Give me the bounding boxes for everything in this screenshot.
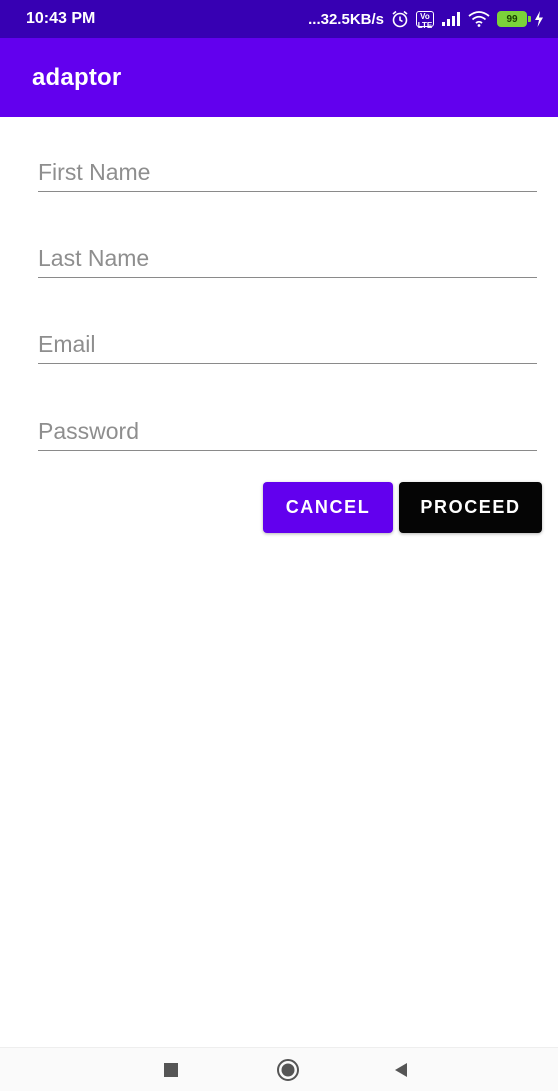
navigation-bar (0, 1047, 558, 1091)
proceed-button[interactable]: PROCEED (399, 482, 542, 533)
last-name-field (38, 234, 537, 278)
app-bar: adaptor (0, 38, 558, 117)
email-input[interactable] (38, 320, 537, 363)
network-speed: ...32.5KB/s (308, 10, 384, 28)
volte-icon: Vo LTE (416, 11, 434, 30)
alarm-icon (391, 10, 409, 28)
recents-button[interactable] (146, 1048, 196, 1091)
email-field (38, 320, 537, 364)
first-name-input[interactable] (38, 148, 537, 191)
cancel-button[interactable]: CANCEL (263, 482, 393, 533)
wifi-icon (468, 11, 490, 27)
status-icons: ...32.5KB/s Vo LTE 99 (308, 10, 544, 30)
password-field (38, 407, 537, 451)
signal-icon (441, 11, 461, 27)
back-icon (395, 1063, 407, 1077)
app-title: adaptor (32, 63, 122, 91)
status-time: 10:43 PM (26, 10, 96, 27)
charging-icon (534, 11, 544, 27)
first-name-field (38, 148, 537, 192)
status-bar: 10:43 PM ...32.5KB/s Vo LTE 99 (0, 0, 558, 38)
last-name-input[interactable] (38, 234, 537, 277)
recents-icon (164, 1063, 178, 1077)
battery-icon: 99 (497, 11, 531, 27)
password-input[interactable] (38, 407, 537, 450)
home-icon (277, 1059, 299, 1081)
back-button[interactable] (376, 1048, 426, 1091)
home-button[interactable] (263, 1048, 313, 1091)
